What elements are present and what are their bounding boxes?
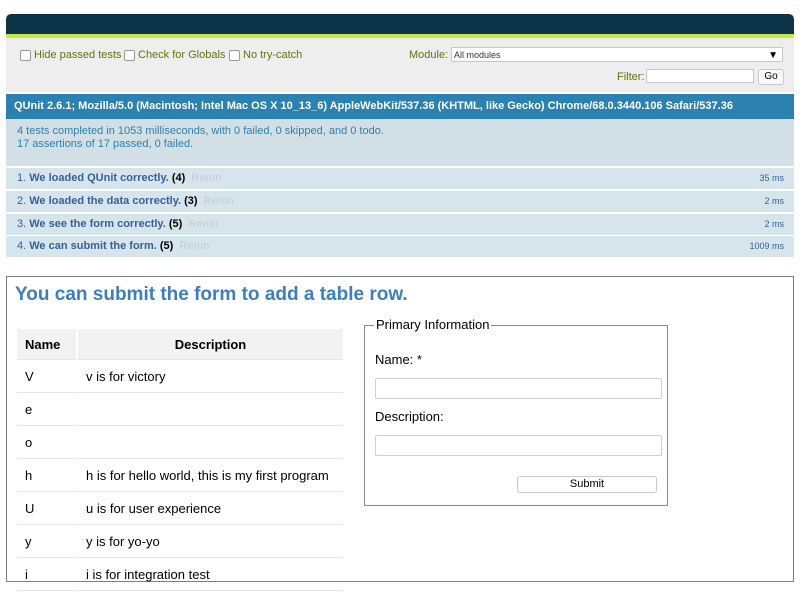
cell-description: v is for victory — [78, 360, 343, 393]
test-counts: (5) — [168, 218, 183, 230]
name-label: Name: * — [375, 352, 422, 367]
checkbox-box[interactable] — [229, 49, 240, 61]
cell-description: h is for hello world, this is my first p… — [78, 459, 343, 492]
filter-label: Filter: — [617, 71, 645, 83]
cell-description: y is for yo-yo — [78, 525, 343, 558]
test-index: 1. — [17, 172, 27, 184]
qunit-header-bar — [6, 14, 794, 34]
table-row: o — [17, 426, 343, 459]
assertion-result-line: 17 assertions of 17 passed, 0 failed. — [17, 138, 194, 150]
qunit-toolbar: Hide passed tests Check for Globals No t… — [6, 38, 794, 92]
hide-passed-checkbox[interactable]: Hide passed tests — [20, 49, 121, 61]
table-header-row: Name Description — [17, 329, 343, 360]
table-row: i i is for integration test — [17, 558, 343, 591]
description-label: Description: — [375, 409, 444, 424]
cell-description: i is for integration test — [78, 558, 343, 591]
cell-name: U — [17, 492, 76, 525]
column-header-name: Name — [17, 329, 76, 360]
cell-description — [78, 426, 343, 459]
rerun-link[interactable]: Rerun — [179, 240, 209, 252]
app-fixture: You can submit the form to add a table r… — [6, 276, 794, 591]
table-row: h h is for hello world, this is my first… — [17, 459, 343, 492]
triangle-down-icon: ▼ — [768, 50, 778, 61]
table-row: V v is for victory — [17, 360, 343, 393]
test-result-summary: 4 tests completed in 1053 milliseconds, … — [6, 119, 794, 166]
module-select[interactable]: All modules ▼ — [451, 47, 783, 62]
cell-description — [78, 393, 343, 426]
test-counts: (3) — [184, 195, 198, 207]
checkbox-box[interactable] — [124, 49, 135, 61]
rerun-link[interactable]: Rerun — [191, 172, 221, 184]
no-try-catch-checkbox[interactable]: No try-catch — [229, 49, 302, 61]
table-row: y y is for yo-yo — [17, 525, 343, 558]
check-globals-checkbox[interactable]: Check for Globals — [124, 49, 225, 61]
column-header-description: Description — [78, 329, 343, 360]
test-index: 4. — [17, 240, 27, 252]
description-input[interactable] — [375, 435, 662, 456]
cell-name: h — [17, 459, 76, 492]
submit-button[interactable]: Submit — [517, 476, 657, 493]
test-name[interactable]: We loaded the data correctly. — [29, 195, 181, 207]
test-counts: (4) — [171, 172, 186, 184]
data-table: Name Description V v is for victory e o … — [15, 329, 345, 591]
no-try-catch-label: No try-catch — [243, 49, 303, 61]
test-runtime: 2 ms — [764, 219, 784, 229]
test-runtime: 2 ms — [764, 196, 784, 206]
cell-name: o — [17, 426, 76, 459]
test-runtime: 1009 ms — [749, 241, 784, 251]
filter-input[interactable] — [646, 69, 754, 83]
user-agent-bar: QUnit 2.6.1; Mozilla/5.0 (Macintosh; Int… — [6, 94, 794, 119]
module-label: Module: — [409, 49, 449, 61]
test-item[interactable]: 2. We loaded the data correctly. (3) Rer… — [6, 191, 794, 212]
test-index: 2. — [17, 195, 27, 207]
page-title: You can submit the form to add a table r… — [15, 284, 408, 305]
rerun-link[interactable]: Rerun — [188, 218, 218, 230]
fieldset-legend: Primary Information — [374, 317, 492, 332]
test-counts: (5) — [159, 240, 174, 252]
test-runtime: 35 ms — [759, 173, 784, 183]
table-row: e — [17, 393, 343, 426]
cell-description: u is for user experience — [78, 492, 343, 525]
test-result-line: 4 tests completed in 1053 milliseconds, … — [17, 125, 384, 137]
checkbox-box[interactable] — [20, 49, 31, 61]
test-index: 3. — [17, 218, 27, 230]
primary-information-fieldset: Primary Information Name: * Description:… — [364, 317, 668, 506]
go-button[interactable]: Go — [758, 69, 784, 85]
test-item[interactable]: 1. We loaded QUnit correctly. (4) Rerun … — [6, 168, 794, 189]
cell-name: e — [17, 393, 76, 426]
test-item[interactable]: 3. We see the form correctly. (5) Rerun … — [6, 214, 794, 235]
module-select-value: All modules — [454, 50, 501, 60]
table-row: U u is for user experience — [17, 492, 343, 525]
cell-name: i — [17, 558, 76, 591]
check-globals-label: Check for Globals — [138, 49, 226, 61]
hide-passed-label: Hide passed tests — [34, 49, 122, 61]
test-name[interactable]: We loaded QUnit correctly. — [29, 172, 169, 184]
test-name[interactable]: We see the form correctly. — [29, 218, 166, 230]
test-item[interactable]: 4. We can submit the form. (5) Rerun 100… — [6, 236, 794, 257]
name-input[interactable] — [375, 378, 662, 399]
cell-name: y — [17, 525, 76, 558]
rerun-link[interactable]: Rerun — [204, 195, 234, 207]
test-name[interactable]: We can submit the form. — [29, 240, 157, 252]
cell-name: V — [17, 360, 76, 393]
